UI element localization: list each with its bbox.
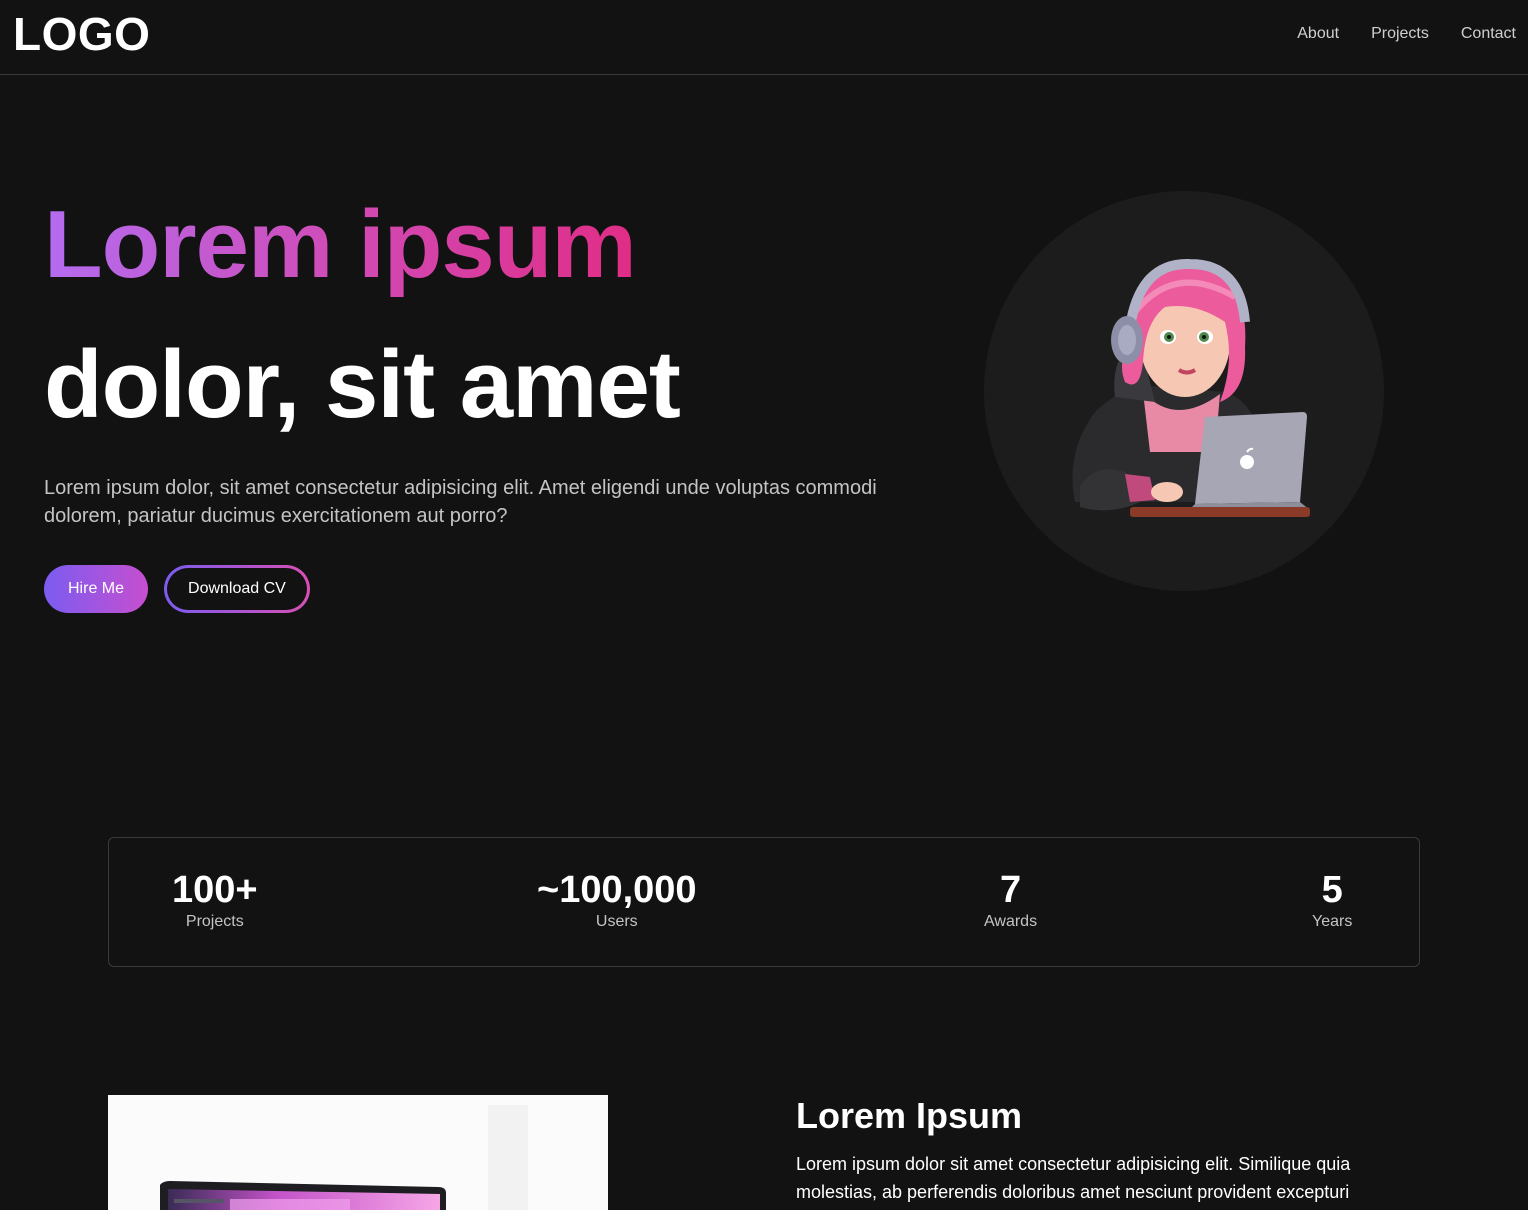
hero-title: dolor, sit amet [44, 331, 681, 438]
laptop-image [160, 1105, 528, 1210]
stats-panel: 100+ Projects ~100,000 Users 7 Awards 5 … [108, 837, 1420, 967]
download-cv-button[interactable]: Download CV [164, 565, 310, 613]
hero-buttons: Hire Me Download CV [44, 565, 310, 613]
stat-label: Years [1312, 913, 1353, 930]
stat-label: Awards [984, 913, 1038, 930]
nav-links: About Projects Contact [1297, 24, 1516, 44]
stat-label: Projects [185, 913, 244, 930]
hero-description: Lorem ipsum dolor, sit amet consectetur … [44, 477, 877, 527]
stat-users: ~100,000 Users [537, 868, 697, 932]
top-navbar: LOGO About Projects Contact [0, 0, 1528, 75]
stat-awards: 7 Awards [984, 868, 1037, 932]
stat-value: 100+ [172, 869, 258, 911]
avatar-illustration [1072, 258, 1310, 517]
hire-me-button[interactable]: Hire Me [44, 565, 149, 613]
nav-link-about[interactable]: About [1297, 24, 1339, 44]
about-image [108, 1095, 608, 1210]
stat-value: 5 [1321, 869, 1343, 911]
stat-label: Users [595, 913, 638, 930]
download-cv-label: Download CV [167, 568, 307, 610]
hero-title-gradient: Lorem ipsum [44, 191, 637, 298]
about-title: Lorem Ipsum [796, 1095, 1023, 1136]
stat-years: 5 Years [1312, 868, 1352, 932]
about-text: Lorem ipsum dolor sit amet consectetur a… [796, 1154, 1351, 1202]
logo[interactable]: LOGO [13, 8, 150, 60]
nav-link-projects[interactable]: Projects [1371, 24, 1429, 44]
stat-value: 7 [999, 869, 1022, 911]
stat-value: ~100,000 [537, 869, 697, 911]
nav-link-contact[interactable]: Contact [1461, 24, 1516, 44]
stat-projects: 100+ Projects [172, 868, 258, 932]
